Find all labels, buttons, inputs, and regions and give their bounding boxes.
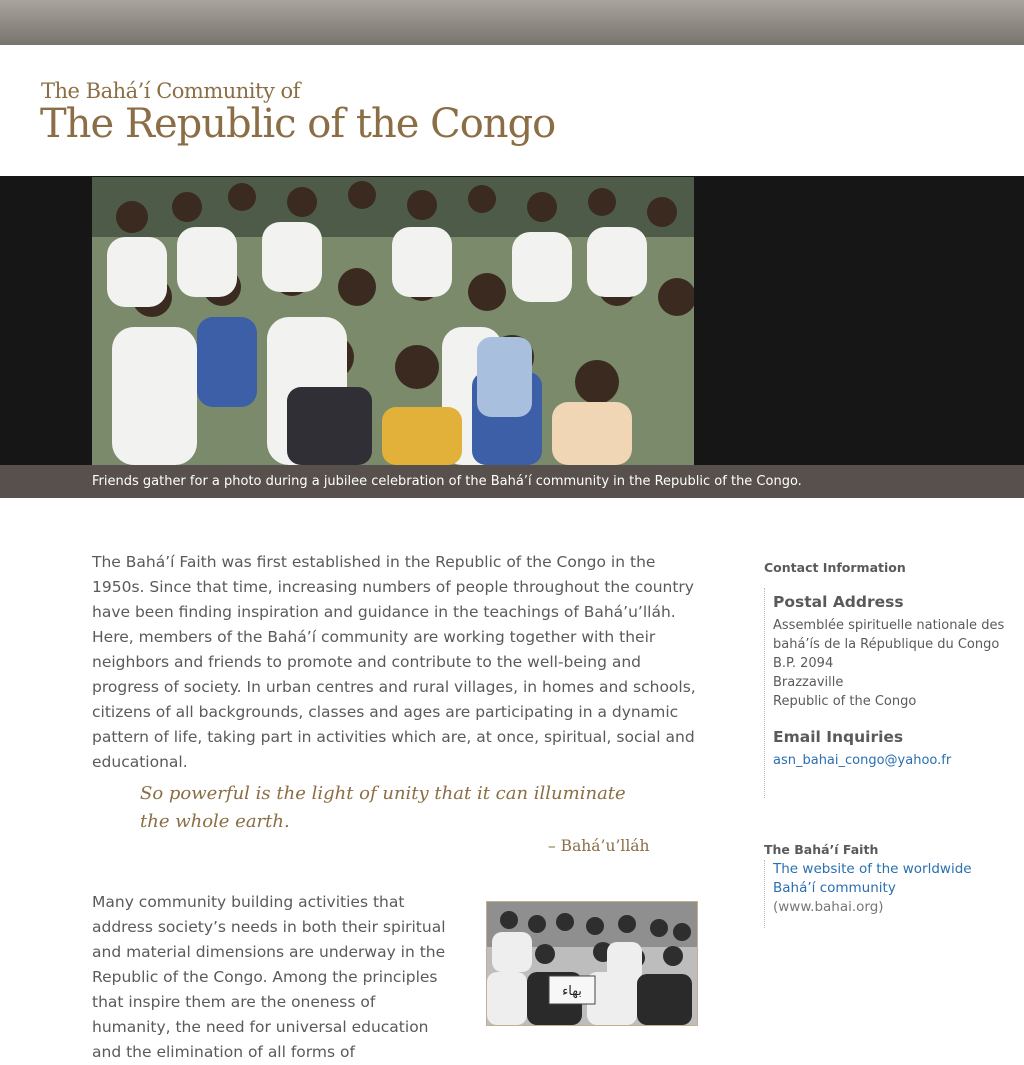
contact-heading: Contact Information	[764, 560, 906, 575]
email-link[interactable]: asn_bahai_congo@yahoo.fr	[773, 753, 951, 768]
postal-line: bahá’ís de la République du Congo	[773, 637, 1000, 652]
hero-photo	[92, 177, 694, 465]
site-title[interactable]: The Republic of the Congo	[40, 101, 556, 147]
intro-paragraph: The Bahá’í Faith was first established i…	[92, 553, 696, 771]
bahai-website-link[interactable]: The website of the worldwide Bahá’í comm…	[773, 860, 1003, 898]
caption-bar: Friends gather for a photo during a jubi…	[0, 465, 1024, 498]
quote-attribution: – Bahá’u’lláh	[548, 837, 650, 855]
second-paragraph: Many community building activities that …	[92, 893, 446, 1061]
contact-box: Postal Address Assemblée spirituelle nat…	[764, 588, 1015, 798]
postal-line: B.P. 2094	[773, 656, 834, 671]
top-bar	[0, 0, 1024, 45]
bahai-faith-heading: The Bahá’í Faith	[764, 842, 879, 857]
quote-text: So powerful is the light of unity that i…	[140, 783, 626, 832]
hero-photo-image	[92, 177, 694, 465]
email-inquiries-title: Email Inquiries	[773, 728, 904, 746]
site-header: The Bahá’í Community of The Republic of …	[0, 45, 1024, 176]
postal-line: Brazzaville	[773, 675, 844, 690]
postal-line: Republic of the Congo	[773, 694, 917, 709]
postal-address-title: Postal Address	[773, 593, 904, 611]
svg-text:بهاء: بهاء	[562, 984, 582, 999]
postal-line: Assemblée spirituelle nationale des	[773, 618, 1005, 633]
bahai-website-url: (www.bahai.org)	[773, 899, 884, 915]
site-title-small[interactable]: The Bahá’í Community of	[41, 79, 300, 103]
historic-photo: بهاء	[486, 901, 698, 1026]
hero-caption: Friends gather for a photo during a jubi…	[92, 474, 802, 489]
bahai-faith-box: The website of the worldwide Bahá’í comm…	[764, 860, 1015, 928]
historic-photo-image: بهاء	[487, 902, 697, 1025]
